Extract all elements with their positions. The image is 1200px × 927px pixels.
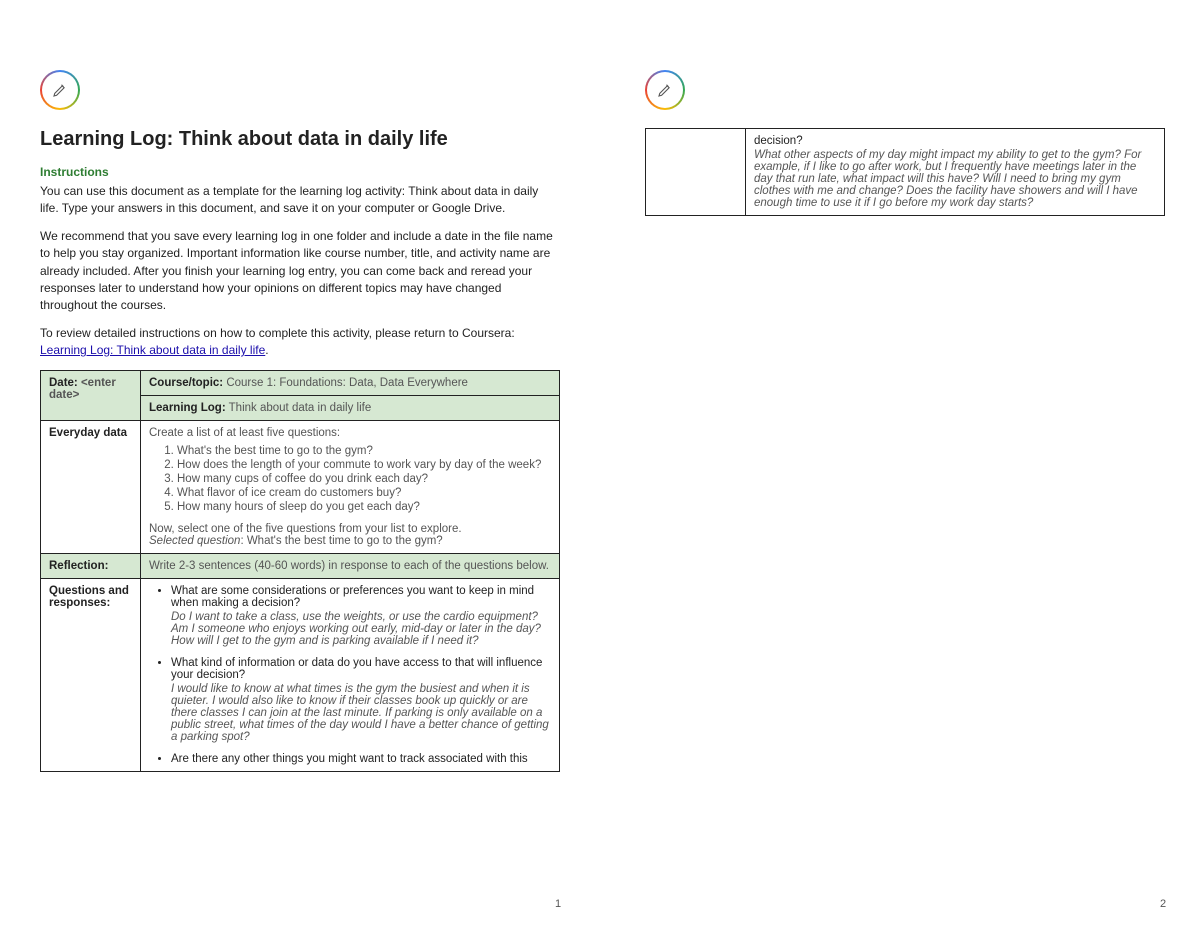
everyday-label: Everyday data — [41, 420, 141, 553]
intro-3-prefix: To review detailed instructions on how t… — [40, 326, 515, 340]
bullet-question: Are there any other things you might wan… — [171, 753, 528, 765]
bullet-question: What are some considerations or preferen… — [171, 585, 534, 609]
course-label: Course/topic: — [149, 377, 223, 389]
intro-paragraph-1: You can use this document as a template … — [40, 183, 560, 218]
pencil-circle-icon — [40, 70, 80, 110]
date-cell: Date: <enter date> — [41, 370, 141, 420]
bullet-question: What kind of information or data do you … — [171, 657, 542, 681]
question-item: How does the length of your commute to w… — [177, 459, 551, 471]
continuation-answer: What other aspects of my day might impac… — [754, 149, 1156, 209]
page-1: Learning Log: Think about data in daily … — [40, 70, 560, 772]
question-item: What flavor of ice cream do customers bu… — [177, 487, 551, 499]
instructions-heading: Instructions — [40, 165, 560, 179]
log-cell: Learning Log: Think about data in daily … — [141, 395, 560, 420]
intro-paragraph-2: We recommend that you save every learnin… — [40, 228, 560, 315]
page-number-1: 1 — [555, 898, 561, 910]
course-value: Course 1: Foundations: Data, Data Everyw… — [223, 377, 468, 389]
pencil-icon — [656, 81, 674, 99]
qr-content: What are some considerations or preferen… — [141, 578, 560, 771]
bullet-answer: I would like to know at what times is th… — [171, 683, 551, 743]
page-number-2: 2 — [1160, 898, 1166, 910]
continuation-left — [646, 129, 746, 215]
bullet-item: What kind of information or data do you … — [171, 657, 551, 743]
intro-3-suffix: . — [265, 343, 268, 357]
reflection-text: Write 2-3 sentences (40-60 words) in res… — [141, 553, 560, 578]
pencil-icon — [51, 81, 69, 99]
page-2: decision? What other aspects of my day m… — [645, 70, 1165, 216]
qr-label: Questions and responses: — [41, 578, 141, 771]
selected-label: Selected question — [149, 535, 240, 547]
question-item: How many hours of sleep do you get each … — [177, 501, 551, 513]
coursera-link[interactable]: Learning Log: Think about data in daily … — [40, 343, 265, 357]
everyday-intro: Create a list of at least five questions… — [149, 427, 551, 439]
continuation-question: decision? — [754, 135, 1156, 147]
response-bullets: What are some considerations or preferen… — [149, 585, 551, 765]
date-label: Date: — [49, 377, 78, 389]
intro-paragraph-3: To review detailed instructions on how t… — [40, 325, 560, 360]
continuation-box: decision? What other aspects of my day m… — [645, 128, 1165, 216]
bullet-answer: Do I want to take a class, use the weigh… — [171, 611, 551, 647]
bullet-item: What are some considerations or preferen… — [171, 585, 551, 647]
learning-log-table: Date: <enter date> Course/topic: Course … — [40, 370, 560, 772]
reflection-label: Reflection: — [41, 553, 141, 578]
log-value: Think about data in daily life — [226, 402, 372, 414]
log-label: Learning Log: — [149, 402, 226, 414]
selected-value: : What's the best time to go to the gym? — [240, 535, 442, 547]
everyday-select: Now, select one of the five questions fr… — [149, 523, 551, 535]
question-item: What's the best time to go to the gym? — [177, 445, 551, 457]
everyday-selected: Selected question: What's the best time … — [149, 535, 551, 547]
everyday-content: Create a list of at least five questions… — [141, 420, 560, 553]
bullet-item: Are there any other things you might wan… — [171, 753, 551, 765]
continuation-right: decision? What other aspects of my day m… — [746, 129, 1164, 215]
course-cell: Course/topic: Course 1: Foundations: Dat… — [141, 370, 560, 395]
question-list: What's the best time to go to the gym? H… — [149, 445, 551, 513]
question-item: How many cups of coffee do you drink eac… — [177, 473, 551, 485]
pencil-circle-icon — [645, 70, 685, 110]
page-title: Learning Log: Think about data in daily … — [40, 128, 560, 151]
